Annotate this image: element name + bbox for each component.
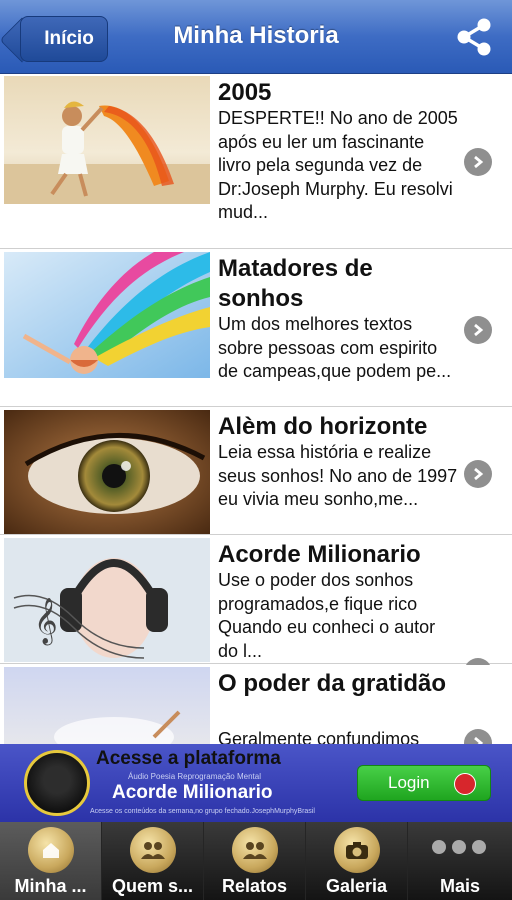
- chevron-right-icon: [464, 148, 492, 176]
- tab-label: Galeria: [325, 876, 388, 896]
- home-icon: [28, 827, 74, 873]
- svg-text:𝄞: 𝄞: [34, 598, 58, 646]
- story-description: Leia essa história e realize seus sonhos…: [218, 442, 458, 509]
- back-button-label: Início: [44, 28, 94, 49]
- tab-galeria[interactable]: Galeria: [306, 822, 408, 900]
- story-title: 2005: [218, 79, 272, 106]
- story-description: Um dos melhores textos sobre pessoas com…: [218, 314, 452, 381]
- tab-label: Relatos: [221, 876, 288, 896]
- story-list: 2005 DESPERTE!! No ano de 2005 após eu l…: [0, 74, 512, 744]
- camera-icon: [334, 827, 380, 873]
- story-thumbnail-eye: [4, 410, 210, 534]
- story-title: Acorde Milionario: [218, 541, 421, 568]
- tab-relatos[interactable]: Relatos: [204, 822, 306, 900]
- story-thumbnail-rainbow-hair: [4, 252, 210, 378]
- list-item[interactable]: O poder da gratidão Geralmente confundim…: [0, 665, 512, 744]
- tab-mais[interactable]: Mais: [408, 822, 512, 900]
- story-description: DESPERTE!! No ano de 2005 após eu ler um…: [218, 108, 458, 222]
- tab-label: Quem s...: [111, 876, 194, 896]
- back-button[interactable]: Início: [20, 16, 108, 62]
- story-description: Geralmente confundimos: [218, 729, 420, 744]
- story-thumbnail-girl-beach: [4, 76, 210, 204]
- chevron-right-icon: [464, 316, 492, 344]
- tab-bar: Minha ... Quem s... Relatos Galeria Mais: [0, 822, 512, 900]
- people-icon: [232, 827, 278, 873]
- navigation-bar: Início Minha Historia: [0, 0, 512, 74]
- list-item[interactable]: Alèm do horizonte Leia essa história e r…: [0, 408, 512, 535]
- list-item[interactable]: 𝄞 Acorde Milionario Use o poder dos sonh…: [0, 536, 512, 686]
- share-icon[interactable]: [454, 17, 494, 57]
- list-item[interactable]: 2005 DESPERTE!! No ano de 2005 após eu l…: [0, 74, 512, 249]
- chevron-right-icon: [464, 729, 492, 744]
- ad-banner[interactable]: Acesse a plataforma Áudio Poesia Reprogr…: [0, 744, 512, 822]
- tab-label: Mais: [439, 876, 481, 896]
- banner-subtitle: Áudio Poesia Reprogramação Mental: [128, 772, 261, 781]
- chevron-right-icon: [464, 460, 492, 488]
- story-title: Matadores de sonhos: [218, 255, 373, 312]
- banner-main-text: Acorde Milionario: [112, 782, 273, 803]
- more-icon: [432, 840, 486, 856]
- login-button-label: Login: [388, 773, 430, 792]
- story-description: Use o poder dos sonhos programados,e fiq…: [218, 570, 436, 661]
- list-item[interactable]: Matadores de sonhos Um dos melhores text…: [0, 250, 512, 407]
- tab-quem-somos[interactable]: Quem s...: [102, 822, 204, 900]
- user-icon: [454, 773, 476, 795]
- tab-minha-historia[interactable]: Minha ...: [0, 822, 102, 900]
- story-thumbnail-sky: [4, 667, 210, 744]
- story-title: Alèm do horizonte: [218, 413, 428, 440]
- story-thumbnail-headphones: 𝄞: [4, 538, 210, 662]
- tab-label: Minha ...: [14, 876, 87, 896]
- group-icon: [130, 827, 176, 873]
- login-button[interactable]: Login: [357, 765, 491, 801]
- banner-footer-text: Acesse os conteúdos da semana,no grupo f…: [90, 808, 315, 815]
- banner-title: Acesse a plataforma: [96, 748, 281, 769]
- brain-logo-icon: [24, 750, 90, 816]
- story-title: O poder da gratidão: [218, 670, 447, 697]
